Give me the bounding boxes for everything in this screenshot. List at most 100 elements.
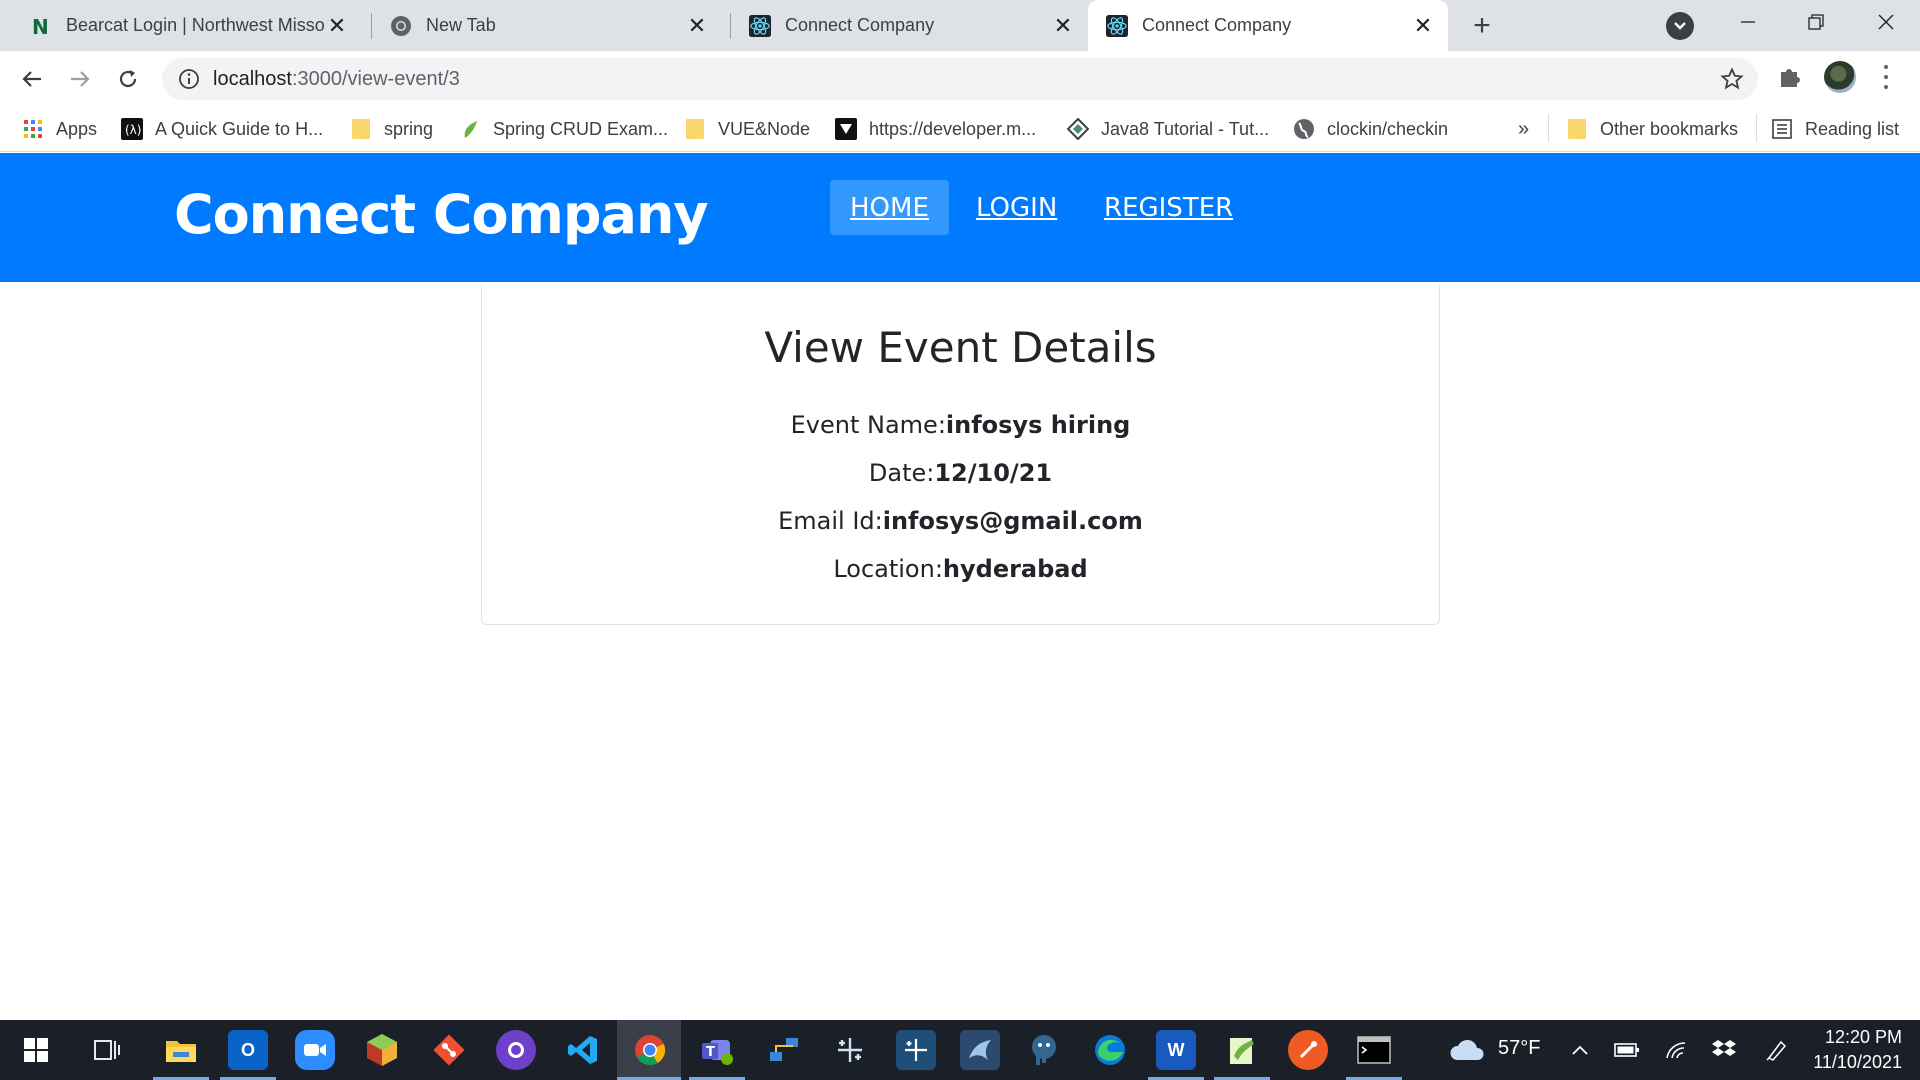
tab-connect-company[interactable]: Connect Company ✕ [731,0,1088,51]
close-tab-icon[interactable]: ✕ [1410,13,1436,39]
apps-grid-icon [22,118,44,140]
app-cube-icon[interactable] [362,1030,402,1070]
zoom-icon[interactable] [295,1030,335,1070]
extensions-puzzle-icon[interactable] [1776,63,1804,91]
weather-cloud-icon[interactable] [1448,1030,1486,1070]
app-header: Connect Company HOME LOGIN REGISTER [0,153,1920,282]
url-host: localhost [213,68,292,90]
reading-list-icon [1771,118,1793,140]
bookmarks-bar: Apps (λ) A Quick Guide to H... spring Sp… [0,107,1920,152]
nav-login[interactable]: LOGIN [956,180,1077,235]
bookmark-developer[interactable]: https://developer.m... [835,115,1036,143]
tray-chevron-up-icon[interactable] [1560,1030,1600,1070]
bookmark-label: VUE&Node [718,118,811,139]
clock-date: 11/10/2021 [1813,1052,1902,1072]
other-bookmarks[interactable]: Other bookmarks [1566,115,1738,143]
tab-title: Connect Company [1142,15,1292,35]
bookmark-label: Java8 Tutorial - Tut... [1101,118,1270,139]
github-desktop-icon[interactable] [496,1030,536,1070]
vscode-icon[interactable] [563,1030,603,1070]
reload-icon[interactable] [110,61,146,97]
overflow-chevron-icon: » [1518,117,1530,140]
system-clock[interactable]: 12:20 PM 11/10/2021 [1813,1025,1902,1075]
bookmark-label: Apps [56,118,98,139]
email-value: infosys@gmail.com [882,507,1143,535]
bookmark-spring-crud[interactable]: Spring CRUD Exam... [459,115,668,143]
profile-avatar[interactable] [1824,61,1856,93]
event-name-row: Event Name:infosys hiring [482,411,1439,439]
tableau-icon[interactable] [896,1030,936,1070]
svg-text:T: T [706,1045,715,1060]
bookmark-star-icon[interactable] [1720,67,1744,91]
tab-title: New Tab [426,15,496,35]
tab-strip: N Bearcat Login | Northwest Missou ✕ New… [0,0,1920,51]
nav-register[interactable]: REGISTER [1084,180,1253,235]
minimize-icon[interactable] [1728,6,1768,38]
weather-temperature[interactable]: 57°F [1498,1037,1540,1060]
restore-icon[interactable] [1796,6,1836,38]
git-icon[interactable] [429,1030,469,1070]
reading-list-label: Reading list [1805,118,1900,139]
reading-list[interactable]: Reading list [1771,115,1899,143]
tab-bearcat-login[interactable]: N Bearcat Login | Northwest Missou ✕ [12,0,362,51]
word-icon[interactable]: W [1156,1030,1196,1070]
file-explorer-icon[interactable] [161,1030,201,1070]
notepad-plus-icon[interactable] [1222,1030,1262,1070]
bookmark-apps[interactable]: Apps [22,115,97,143]
event-name-label: Event Name: [790,411,946,439]
bookmark-vue-node[interactable]: VUE&Node [684,115,810,143]
tab-new-tab[interactable]: New Tab ✕ [372,0,722,51]
site-icon [835,118,857,140]
outlook-icon[interactable]: O [228,1030,268,1070]
start-icon[interactable] [16,1030,56,1070]
clock-time: 12:20 PM [1824,1027,1902,1047]
window-close-icon[interactable] [1866,6,1906,38]
bookmark-clockin[interactable]: clockin/checkin [1293,115,1448,143]
bookmarks-divider [1548,114,1549,142]
wifi-icon[interactable] [1656,1030,1696,1070]
terminal-icon[interactable] [1354,1030,1394,1070]
chrome-icon[interactable] [630,1030,670,1070]
new-tab-plus-icon[interactable]: + [1466,9,1498,42]
bookmark-java8[interactable]: Java8 Tutorial - Tut... [1067,115,1269,143]
address-bar[interactable]: localhost:3000/view-event/3 [162,58,1758,100]
mysql-workbench-icon[interactable] [960,1030,1000,1070]
bookmark-spring[interactable]: spring [350,115,433,143]
tab-title: Bearcat Login | Northwest Missou [66,15,324,35]
teams-icon[interactable]: T [697,1030,737,1070]
forward-arrow-icon[interactable] [62,61,98,97]
site-info-icon[interactable] [178,68,200,90]
bookmarks-overflow-button[interactable]: » [1518,115,1529,143]
brand-title[interactable]: Connect Company [174,183,709,246]
postgres-icon[interactable] [1024,1030,1064,1070]
nav-home[interactable]: HOME [830,180,949,235]
folder-icon [1566,118,1588,140]
edge-icon[interactable] [1090,1030,1130,1070]
site-icon: (λ) [121,118,143,140]
task-view-icon[interactable] [87,1030,127,1070]
react-icon [749,14,771,37]
network-icon[interactable] [764,1030,804,1070]
date-label: Date: [868,459,935,487]
tab-connect-company-active[interactable]: Connect Company ✕ [1088,0,1448,51]
dropbox-icon[interactable] [1704,1030,1744,1070]
back-arrow-icon[interactable] [14,61,50,97]
folder-icon [350,118,372,140]
url-text[interactable]: localhost:3000/view-event/3 [213,68,460,91]
close-tab-icon[interactable]: ✕ [684,13,710,39]
tableau-icon[interactable] [830,1030,870,1070]
location-value: hyderabad [942,555,1088,583]
postman-icon[interactable] [1288,1030,1328,1070]
tab-search-chevron-icon[interactable] [1666,12,1694,40]
date-row: Date:12/10/21 [482,459,1439,487]
bookmarks-divider [1756,114,1757,142]
close-tab-icon[interactable]: ✕ [1050,13,1076,39]
event-name-value: infosys hiring [945,411,1131,439]
battery-icon[interactable] [1607,1030,1647,1070]
more-menu-icon[interactable] [1876,62,1896,92]
globe-icon [1293,118,1315,140]
bookmark-quick-guide[interactable]: (λ) A Quick Guide to H... [121,115,323,143]
pen-icon[interactable] [1757,1030,1797,1070]
close-tab-icon[interactable]: ✕ [324,13,350,39]
other-bookmarks-label: Other bookmarks [1600,118,1739,139]
